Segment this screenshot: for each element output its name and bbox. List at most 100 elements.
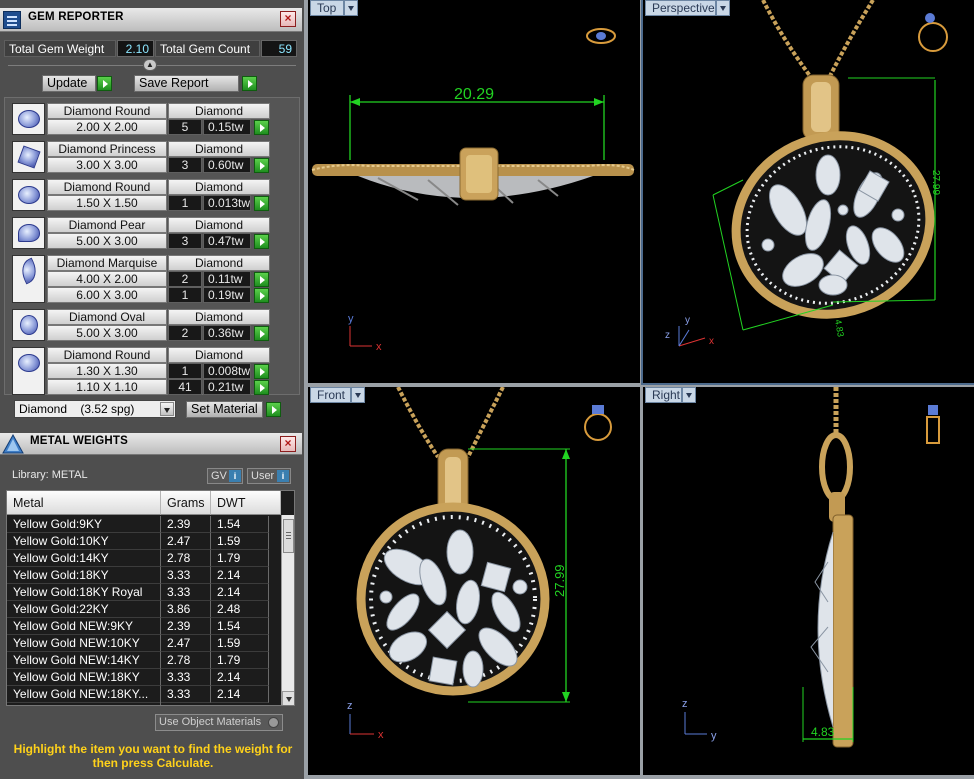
table-row[interactable]: Yellow Gold NEW:10KY 2.47 1.59	[7, 635, 269, 652]
material-select[interactable]: Diamond (3.52 spg)	[14, 400, 176, 418]
grams-cell: 3.33	[161, 686, 211, 703]
chevron-down-icon[interactable]	[716, 0, 730, 16]
radio-icon[interactable]	[268, 717, 279, 728]
table-row[interactable]: Yellow Gold:9KY 2.39 1.54	[7, 516, 269, 533]
viewport-perspective[interactable]: 27.99 4.83 z y x Perspective	[641, 0, 974, 385]
grams-cell: 3.33	[161, 567, 211, 584]
tab-top-label: Top	[317, 1, 337, 15]
axis-y-label: y	[685, 315, 690, 326]
gem-weight: 0.21tw	[203, 379, 251, 395]
vertical-scrollbar[interactable]	[281, 515, 294, 705]
chevron-down-icon[interactable]	[682, 387, 696, 403]
gem-name: Diamond Oval	[47, 309, 167, 325]
gem-row[interactable]: Diamond Pear Diamond 5.00 X 3.00 3 0.47tw	[12, 217, 274, 251]
chevron-down-icon[interactable]	[351, 387, 365, 403]
viewport-front[interactable]: 27.99 z x Front	[308, 387, 640, 775]
gem-material: Diamond	[168, 309, 270, 325]
scroll-down-icon[interactable]	[282, 691, 294, 705]
gv-button[interactable]: GV i	[207, 468, 243, 484]
user-label: User	[251, 470, 275, 482]
gem-size: 1.30 X 1.30	[47, 363, 167, 379]
save-report-arrow-icon[interactable]	[242, 76, 257, 91]
tab-perspective-label: Perspective	[652, 1, 715, 15]
table-row[interactable]: Yellow Gold:22KY 3.86 2.48	[7, 601, 269, 618]
gem-count: 2	[168, 325, 202, 341]
gem-weight: 0.11tw	[203, 271, 251, 287]
dwt-cell: 2.14	[211, 567, 269, 584]
gem-select-arrow-icon[interactable]	[254, 196, 269, 211]
gem-material: Diamond	[168, 179, 270, 195]
scrollbar-thumb[interactable]	[283, 519, 294, 553]
gem-select-arrow-icon[interactable]	[254, 288, 269, 303]
viewport-right[interactable]: 4.83 z y Right	[643, 387, 974, 775]
metal-name-cell: Yellow Gold NEW:10KY	[7, 635, 161, 652]
gem-select-arrow-icon[interactable]	[254, 234, 269, 249]
gem-weight: 0.15tw	[203, 119, 251, 135]
table-row[interactable]: Yellow Gold:18KY Royal 3.33 2.14	[7, 584, 269, 601]
library-label: Library: METAL	[12, 469, 88, 481]
set-material-button[interactable]: Set Material	[186, 401, 263, 418]
metal-name-cell: Yellow Gold NEW:18KY	[7, 669, 161, 686]
gem-weight: 0.60tw	[203, 157, 251, 173]
tab-top[interactable]: Top	[310, 0, 358, 16]
gem-row[interactable]: Diamond Round Diamond 1.30 X 1.30 1 0.008tw 1…	[12, 347, 274, 397]
round-gem-icon	[12, 103, 45, 135]
axis-x-label: x	[709, 336, 714, 347]
front-widget-icon[interactable]	[584, 413, 612, 441]
gem-select-arrow-icon[interactable]	[254, 364, 269, 379]
grams-cell: 2.78	[161, 652, 211, 669]
use-object-materials-toggle[interactable]: Use Object Materials	[155, 714, 283, 731]
update-button[interactable]: Update	[42, 75, 96, 92]
update-go-arrow-icon[interactable]	[97, 76, 112, 91]
chevron-down-icon[interactable]	[160, 402, 174, 416]
gem-weight: 0.19tw	[203, 287, 251, 303]
save-report-button[interactable]: Save Report	[134, 75, 239, 92]
gem-count: 1	[168, 195, 202, 211]
gem-reporter-titlebar: GEM REPORTER ×	[0, 8, 302, 32]
tab-right[interactable]: Right	[645, 387, 696, 403]
metal-weights-titlebar: METAL WEIGHTS ×	[0, 433, 302, 455]
user-button[interactable]: User i	[247, 468, 291, 484]
viewport-area: 20.29 y x Top 27.99 4.83 z y x Perspecti…	[304, 0, 974, 779]
right-widget-icon[interactable]	[926, 416, 940, 444]
perspective-widget-icon[interactable]	[918, 22, 948, 52]
gem-select-arrow-icon[interactable]	[254, 272, 269, 287]
gem-row[interactable]: Diamond Oval Diamond 5.00 X 3.00 2 0.36tw	[12, 309, 274, 343]
column-header-grams[interactable]: Grams	[161, 491, 211, 515]
gem-count: 5	[168, 119, 202, 135]
gem-row[interactable]: Diamond Princess Diamond 3.00 X 3.00 3 0.60t…	[12, 141, 274, 175]
set-material-arrow-icon[interactable]	[266, 402, 281, 417]
table-row[interactable]: Yellow Gold:18KY 3.33 2.14	[7, 567, 269, 584]
table-row[interactable]: Yellow Gold NEW:14KY 2.78 1.79	[7, 652, 269, 669]
table-row[interactable]: Yellow Gold NEW:18KY... 3.33 2.14	[7, 686, 269, 703]
info-icon: i	[229, 470, 241, 482]
gem-select-arrow-icon[interactable]	[254, 380, 269, 395]
tab-front[interactable]: Front	[310, 387, 365, 403]
column-header-metal[interactable]: Metal	[7, 491, 161, 515]
gem-select-arrow-icon[interactable]	[254, 120, 269, 135]
table-row[interactable]: Yellow Gold NEW:18KY 3.33 2.14	[7, 669, 269, 686]
grams-cell: 2.47	[161, 533, 211, 550]
close-icon[interactable]: ×	[280, 11, 296, 27]
total-gem-count-value: 59	[261, 40, 297, 57]
collapse-toggle[interactable]: ▲	[143, 59, 157, 71]
chevron-down-icon[interactable]	[344, 0, 358, 16]
dwt-cell: 2.14	[211, 669, 269, 686]
table-row[interactable]: Yellow Gold:14KY 2.78 1.79	[7, 550, 269, 567]
table-row[interactable]: Yellow Gold:10KY 2.47 1.59	[7, 533, 269, 550]
column-header-dwt[interactable]: DWT	[211, 491, 281, 515]
viewport-top[interactable]: 20.29 y x Top	[308, 0, 640, 383]
gem-weight: 0.013tw	[203, 195, 251, 211]
close-icon[interactable]: ×	[280, 436, 296, 452]
gem-select-arrow-icon[interactable]	[254, 326, 269, 341]
total-gem-weight-value: 2.10	[117, 40, 154, 57]
gem-row[interactable]: Diamond Round Diamond 1.50 X 1.50 1 0.013tw	[12, 179, 274, 213]
tab-right-label: Right	[652, 388, 681, 402]
tab-perspective[interactable]: Perspective	[645, 0, 730, 16]
table-row[interactable]: Yellow Gold NEW:9KY 2.39 1.54	[7, 618, 269, 635]
gem-row[interactable]: Diamond Round Diamond 2.00 X 2.00 5 0.15tw	[12, 103, 274, 137]
gem-select-arrow-icon[interactable]	[254, 158, 269, 173]
gem-row[interactable]: Diamond Marquise Diamond 4.00 X 2.00 2 0.11t…	[12, 255, 274, 305]
front-view-drawing: 27.99 z x	[347, 387, 612, 741]
metal-name-cell: Yellow Gold:14KY	[7, 550, 161, 567]
